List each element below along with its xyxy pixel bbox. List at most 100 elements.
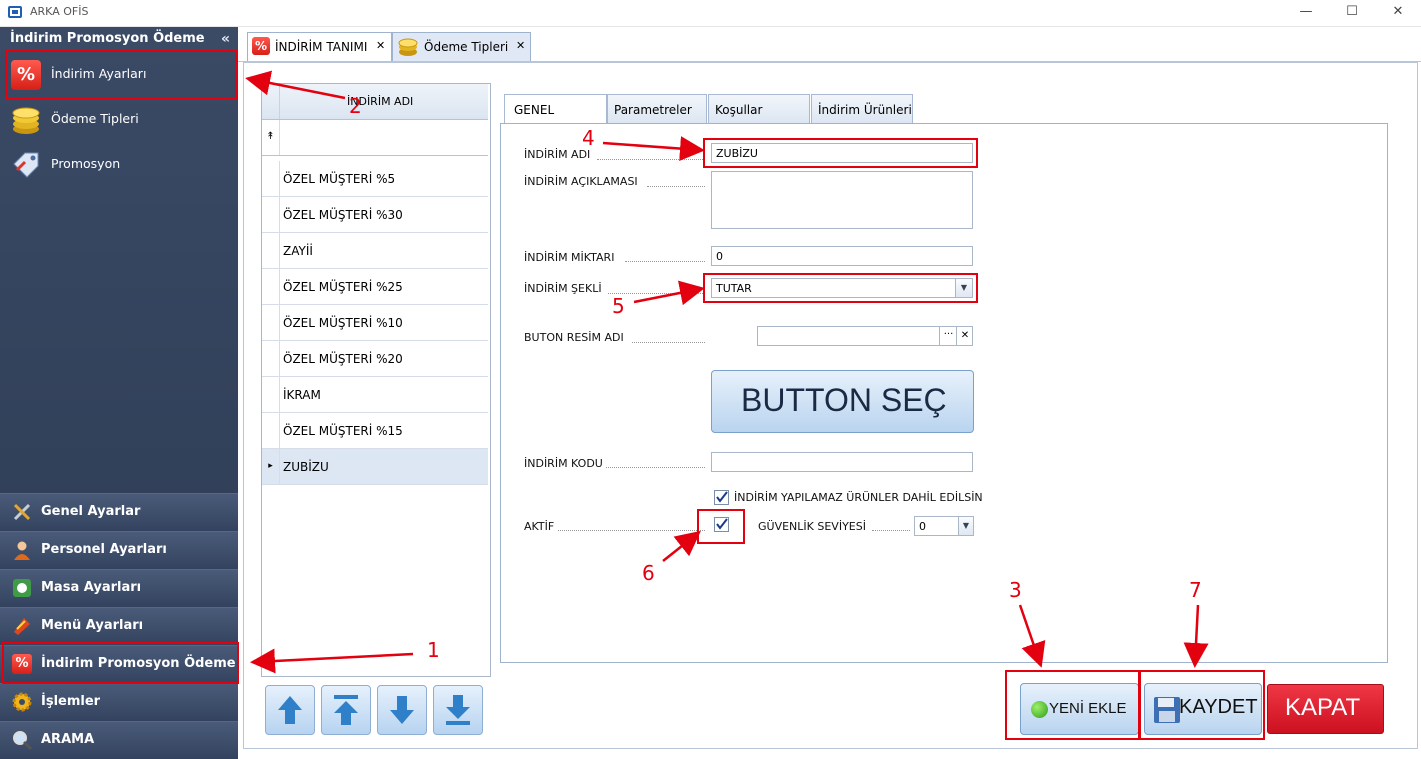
collapse-sidebar-icon[interactable]: «	[221, 27, 230, 51]
row-indicator	[262, 233, 280, 268]
coins-icon	[11, 105, 41, 135]
grid-header-indicator	[262, 84, 280, 119]
filter-icon: ↟	[262, 120, 280, 155]
sidebar-item-promosyon[interactable]: Promosyon	[0, 142, 238, 186]
grid-cell-indirim-adi: ZAYİİ	[283, 244, 313, 258]
search-icon	[12, 730, 33, 751]
checkmark-icon	[716, 491, 728, 503]
tab-close-icon[interactable]: ✕	[376, 39, 385, 52]
browse-button[interactable]: ···	[939, 327, 957, 345]
security-level-select[interactable]: 0 ▼	[914, 516, 974, 536]
move-down-button[interactable]	[377, 685, 427, 735]
grid-filter-row[interactable]: ↟	[262, 120, 488, 156]
row-indicator	[262, 269, 280, 304]
form-tab-label: İndirim Ürünleri	[818, 103, 912, 117]
label-leader	[647, 186, 705, 187]
sidebar-group-arama[interactable]: ARAMA	[0, 721, 238, 759]
sidebar-group-label: Personel Ayarları	[41, 542, 167, 557]
menu-icon	[12, 616, 32, 636]
sidebar-header-title: İndirim Promosyon Ödeme	[10, 31, 205, 46]
sidebar-item-label: Ödeme Tipleri	[51, 111, 139, 126]
annotation-number-7: 7	[1189, 578, 1202, 602]
form-tab-label: Parametreler	[614, 103, 692, 117]
grid-row[interactable]: ZAYİİ	[262, 233, 488, 269]
description-textarea[interactable]	[711, 171, 973, 229]
row-indicator	[262, 161, 280, 196]
grid-row[interactable]: ÖZEL MÜŞTERİ %20	[262, 341, 488, 377]
grid-row[interactable]: ▸ ZUBİZU	[262, 449, 488, 485]
row-indicator	[262, 305, 280, 340]
grid-cell-indirim-adi: İKRAM	[283, 388, 321, 402]
sidebar-item-label: Promosyon	[51, 156, 121, 171]
grid-row[interactable]: ÖZEL MÜŞTERİ %15	[262, 413, 488, 449]
amount-label: İNDİRİM MİKTARI	[524, 251, 615, 264]
move-bottom-button[interactable]	[433, 685, 483, 735]
form-tab-label: GENEL	[514, 103, 555, 117]
person-icon	[12, 540, 32, 560]
amount-input[interactable]: 0	[711, 246, 973, 266]
close-window-button[interactable]: ✕	[1375, 0, 1421, 26]
button-select-button[interactable]: BUTTON SEÇ	[711, 370, 974, 433]
grid-row[interactable]: ÖZEL MÜŞTERİ %10	[262, 305, 488, 341]
sidebar-group-menu-ayarlari[interactable]: Menü Ayarları	[0, 607, 238, 645]
tab-indirim-tanimi[interactable]: % İNDİRİM TANIMI ✕	[247, 32, 392, 61]
label-leader	[597, 159, 705, 160]
coins-icon	[398, 37, 418, 57]
row-indicator	[262, 341, 280, 376]
grid-row[interactable]: ÖZEL MÜŞTERİ %25	[262, 269, 488, 305]
maximize-button[interactable]: ☐	[1329, 0, 1375, 26]
tab-close-icon[interactable]: ✕	[516, 39, 525, 52]
grid-row[interactable]: İKRAM	[262, 377, 488, 413]
tab-label: İNDİRİM TANIMI	[275, 40, 368, 54]
minimize-button[interactable]: —	[1283, 0, 1329, 26]
tools-icon	[12, 502, 32, 522]
security-level-label: GÜVENLİK SEVİYESİ	[758, 520, 866, 533]
grid-row[interactable]: ÖZEL MÜŞTERİ %30	[262, 197, 488, 233]
label-leader	[632, 342, 705, 343]
grid-column-header[interactable]: İNDİRİM ADI	[262, 84, 488, 120]
annotation-number-6: 6	[642, 561, 655, 585]
close-button-label: KAPAT	[1285, 694, 1361, 721]
code-input[interactable]	[711, 452, 973, 472]
annotation-box-5	[703, 273, 978, 303]
button-image-label: BUTON RESİM ADI	[524, 331, 624, 344]
annotation-number-3: 3	[1009, 578, 1022, 602]
title-bar: ARKA OFİS — ☐ ✕	[0, 0, 1421, 27]
form-tab-parametreler[interactable]: Parametreler	[607, 94, 707, 123]
arrow-down-icon	[390, 696, 414, 724]
grid-cell-indirim-adi: ÖZEL MÜŞTERİ %30	[283, 208, 403, 222]
app-monitor-icon	[8, 6, 22, 18]
sidebar-item-odeme-tipleri[interactable]: Ödeme Tipleri	[0, 97, 238, 141]
row-indicator	[262, 377, 280, 412]
label-leader	[606, 467, 705, 468]
form-tab-genel[interactable]: GENEL	[504, 94, 607, 125]
row-indicator	[262, 197, 280, 232]
close-button[interactable]: KAPAT	[1267, 684, 1384, 734]
form-tab-indirim-urunleri[interactable]: İndirim Ürünleri	[811, 94, 913, 123]
grid-row[interactable]: ÖZEL MÜŞTERİ %5	[262, 161, 488, 197]
annotation-number-5: 5	[612, 294, 625, 318]
grid-cell-indirim-adi: ZUBİZU	[283, 460, 329, 474]
form-tab-kosullar[interactable]: Koşullar	[708, 94, 810, 123]
tag-icon	[11, 150, 41, 180]
sidebar-group-islemler[interactable]: İşlemler	[0, 683, 238, 721]
clear-button[interactable]: ✕	[956, 327, 973, 345]
annotation-box-3	[1005, 670, 1140, 740]
tab-odeme-tipleri[interactable]: Ödeme Tipleri ✕	[392, 32, 531, 61]
row-indicator: ▸	[262, 449, 280, 484]
annotation-number-1: 1	[427, 638, 440, 662]
move-up-button[interactable]	[265, 685, 315, 735]
sidebar-group-genel-ayarlar[interactable]: Genel Ayarlar	[0, 493, 238, 531]
excluded-products-checkbox[interactable]	[714, 490, 729, 505]
arrow-top-icon	[334, 695, 358, 725]
window-title: ARKA OFİS	[30, 5, 89, 18]
sidebar-group-personel-ayarlari[interactable]: Personel Ayarları	[0, 531, 238, 569]
form-tab-label: Koşullar	[715, 103, 763, 117]
chevron-down-icon[interactable]: ▼	[958, 517, 973, 535]
sidebar-group-masa-ayarlari[interactable]: Masa Ayarları	[0, 569, 238, 607]
button-image-input[interactable]: ··· ✕	[757, 326, 973, 346]
active-label: AKTİF	[524, 520, 555, 533]
move-top-button[interactable]	[321, 685, 371, 735]
grid-cell-indirim-adi: ÖZEL MÜŞTERİ %5	[283, 172, 396, 186]
grid-cell-indirim-adi: ÖZEL MÜŞTERİ %25	[283, 280, 403, 294]
